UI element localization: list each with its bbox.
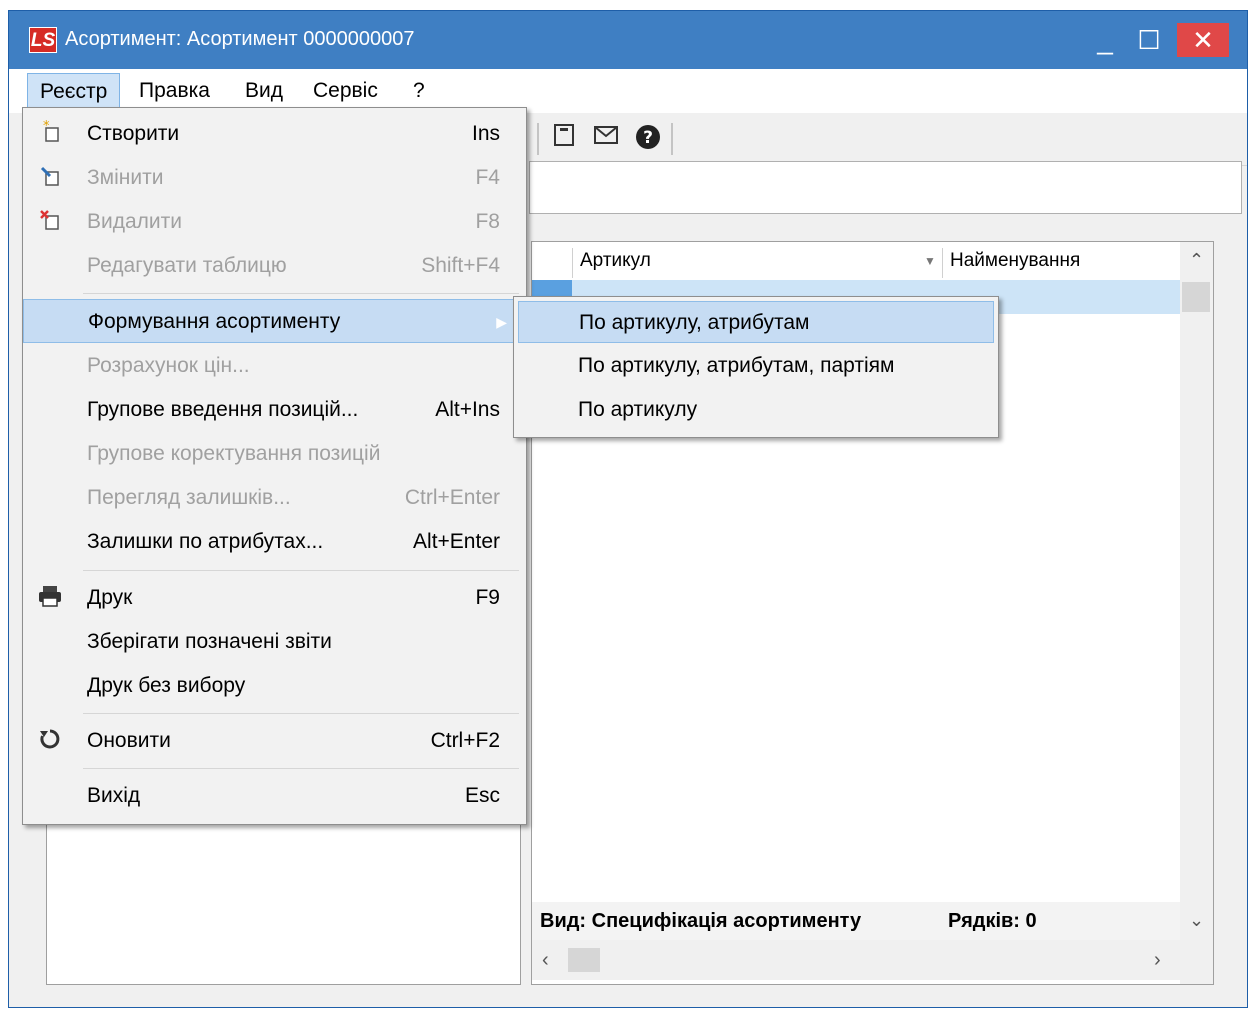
menu-item-label: Групове коректування позицій (87, 442, 381, 465)
menu-item-label: Формування асортименту (88, 310, 341, 333)
status-row: Вид: Специфікація асортименту Рядків: 0 (532, 902, 1180, 940)
column-separator (572, 248, 573, 278)
menu-separator (83, 768, 519, 769)
menu-item-label: Друк без вибору (87, 674, 246, 697)
scroll-up-icon[interactable]: ⌃ (1180, 250, 1213, 271)
menu-item-label: Перегляд залишків... (87, 486, 291, 509)
refresh-icon (35, 727, 65, 755)
delete-icon (35, 208, 65, 236)
sort-arrow-icon[interactable]: ▼ (924, 242, 936, 280)
edit-icon (35, 164, 65, 192)
submenu-item-label: По артикулу, атрибутам, партіям (578, 354, 895, 377)
menu-item-shortcut: Alt+Ins (435, 398, 500, 421)
form-assortment-submenu: По артикулу, атрибутам По артикулу, атри… (513, 296, 999, 438)
menu-separator (83, 713, 519, 714)
help-icon[interactable]: ? (633, 123, 663, 153)
menu-item-shortcut: Esc (464, 784, 500, 807)
menu-item-label: Друк (87, 586, 133, 609)
menu-item-shortcut: Ctrl+F2 (430, 729, 500, 752)
submenu-item-by-article-attributes-batches[interactable]: По артикулу, атрибутам, партіям (518, 345, 994, 387)
menu-separator (83, 570, 519, 571)
submenu-item-by-article[interactable]: По артикулу (518, 389, 994, 431)
menu-separator (83, 293, 519, 294)
menu-item-form-assortment[interactable]: Формування асортименту ▶ (23, 299, 526, 343)
menu-item-shortcut: F9 (475, 586, 500, 609)
menu-item-price-calc[interactable]: Розрахунок цін... (23, 344, 526, 388)
menu-item-label: Розрахунок цін... (87, 354, 250, 377)
menu-item-edit-table[interactable]: Редагувати таблицю Shift+F4 (23, 244, 526, 288)
menu-item-shortcut: F8 (475, 210, 500, 233)
menu-item-label: Вихід (87, 784, 141, 807)
new-icon: * (35, 119, 65, 148)
scroll-thumb[interactable] (1182, 282, 1210, 312)
submenu-item-label: По артикулу, атрибутам (579, 311, 810, 334)
menu-item-create[interactable]: * Створити Ins (23, 112, 526, 156)
menu-item-label: Змінити (87, 166, 164, 189)
scroll-right-icon[interactable]: › (1154, 940, 1161, 980)
menu-view[interactable]: Вид (233, 73, 295, 109)
menu-item-shortcut: Ctrl+Enter (404, 486, 500, 509)
svg-text:?: ? (643, 128, 653, 148)
menu-item-delete[interactable]: Видалити F8 (23, 200, 526, 244)
submenu-arrow-icon: ▶ (496, 314, 507, 330)
status-view: Вид: Специфікація асортименту (540, 910, 862, 932)
maximize-button[interactable]: ☐ (1121, 11, 1177, 69)
printer-icon (35, 584, 65, 612)
menu-registry[interactable]: Реєстр (27, 73, 121, 109)
menu-service[interactable]: Сервіс (301, 73, 390, 109)
filter-panel[interactable] (529, 161, 1242, 214)
menu-item-view-balances[interactable]: Перегляд залишків... Ctrl+Enter (23, 476, 526, 520)
menu-item-shortcut: Ins (471, 122, 500, 145)
status-row-count: Рядків: 0 (948, 910, 1037, 932)
menu-item-group-correction[interactable]: Групове коректування позицій (23, 432, 526, 476)
menu-item-exit[interactable]: Вихід Esc (23, 774, 526, 818)
column-name[interactable]: Найменування (944, 242, 1180, 280)
menu-help[interactable]: ? (401, 73, 437, 109)
menu-item-label: Видалити (87, 210, 183, 233)
menu-item-group-input[interactable]: Групове введення позицій... Alt+Ins (23, 388, 526, 432)
menu-item-print[interactable]: Друк F9 (23, 576, 526, 620)
column-article[interactable]: Артикул (574, 242, 944, 280)
document-icon[interactable] (549, 123, 579, 153)
scroll-left-icon[interactable]: ‹ (542, 940, 549, 980)
window-title: Асортимент: Асортимент 0000000007 (65, 28, 415, 50)
column-separator (942, 248, 943, 278)
menu-item-label: Оновити (87, 729, 171, 752)
submenu-item-label: По артикулу (578, 398, 698, 421)
close-button[interactable]: ✕ (1177, 23, 1229, 57)
svg-text:*: * (43, 120, 50, 134)
scroll-down-icon[interactable]: ⌄ (1180, 910, 1213, 931)
menu-item-label: Створити (87, 122, 180, 145)
menu-item-shortcut: F4 (475, 166, 500, 189)
toolbar: ? (529, 113, 1247, 166)
menu-item-refresh[interactable]: Оновити Ctrl+F2 (23, 719, 526, 763)
menu-item-label: Залишки по атрибутах... (87, 530, 324, 553)
title-bar[interactable]: LS Асортимент: Асортимент 0000000007 _ ☐… (9, 11, 1247, 69)
toolbar-separator (671, 123, 673, 155)
menu-edit[interactable]: Правка (127, 73, 222, 109)
menu-item-print-no-choice[interactable]: Друк без вибору (23, 664, 526, 708)
scroll-thumb[interactable] (568, 948, 600, 972)
app-logo-icon: LS (29, 27, 57, 53)
submenu-item-by-article-attributes[interactable]: По артикулу, атрибутам (518, 301, 994, 343)
toolbar-separator (537, 123, 539, 155)
grid-header: Артикул ▼ Найменування (532, 242, 1180, 281)
vertical-scrollbar[interactable]: ⌃ ⌄ (1180, 242, 1213, 984)
menu-item-label: Зберігати позначені звіти (87, 630, 332, 653)
menu-item-label: Редагувати таблицю (87, 254, 287, 277)
menu-item-label: Групове введення позицій... (87, 398, 359, 421)
registry-menu: * Створити Ins Змінити F4 Видалити F8 Ре… (22, 107, 527, 825)
menu-item-save-reports[interactable]: Зберігати позначені звіти (23, 620, 526, 664)
menu-item-change[interactable]: Змінити F4 (23, 156, 526, 200)
mail-icon[interactable] (591, 123, 621, 153)
menu-item-shortcut: Shift+F4 (421, 254, 500, 277)
horizontal-scrollbar[interactable]: ‹ › (532, 940, 1180, 980)
menu-item-shortcut: Alt+Enter (413, 530, 500, 553)
menu-item-balances-attributes[interactable]: Залишки по атрибутах... Alt+Enter (23, 520, 526, 564)
